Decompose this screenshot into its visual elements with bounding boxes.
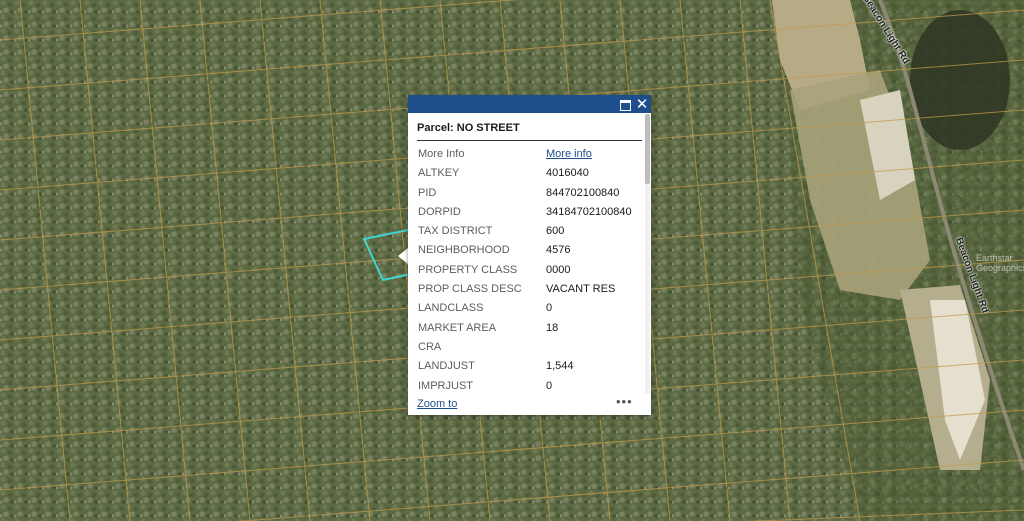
parcel-popup: ✕ Parcel: NO STREET More Info More info AL… bbox=[408, 95, 651, 415]
attribute-value: 4016040 bbox=[546, 167, 589, 180]
attribute-key: CRA bbox=[418, 340, 442, 353]
attribute-key: PROPERTY CLASS bbox=[418, 263, 518, 276]
close-icon[interactable]: ✕ bbox=[634, 96, 650, 112]
attribute-row: PID 844702100840 bbox=[408, 184, 644, 203]
attribute-key: NEIGHBORHOOD bbox=[418, 244, 510, 257]
attribute-row: CRA bbox=[408, 338, 644, 357]
scrollbar-thumb[interactable] bbox=[645, 114, 650, 184]
attribute-table[interactable]: More Info More info ALTKEY 4016040 PID 844702… bbox=[408, 145, 644, 393]
attribute-value: 600 bbox=[546, 225, 565, 238]
more-info-link[interactable]: More info bbox=[546, 145, 592, 164]
popup-title: Parcel: NO STREET bbox=[417, 122, 520, 134]
attribute-key: ALTKEY bbox=[418, 167, 460, 180]
attribute-row: TAX DISTRICT 600 bbox=[408, 222, 644, 241]
attribute-row: More Info More info bbox=[408, 145, 644, 164]
attribute-key: DORPID bbox=[418, 205, 461, 218]
attribute-value: 0000 bbox=[546, 263, 571, 276]
attribute-value: 18 bbox=[546, 321, 559, 334]
attribute-key: More Info bbox=[418, 148, 465, 160]
attribute-value: 844702100840 bbox=[546, 186, 620, 199]
popup-pointer bbox=[398, 248, 408, 264]
attribute-row: PROP CLASS DESC VACANT RES bbox=[408, 280, 644, 299]
more-options-icon[interactable]: ••• bbox=[616, 394, 633, 409]
zoom-to-link[interactable]: Zoom to bbox=[417, 398, 457, 410]
attribute-key: LANDCLASS bbox=[418, 302, 484, 315]
attribute-key: MARKET AREA bbox=[418, 321, 497, 334]
popup-scrollbar[interactable] bbox=[645, 114, 650, 394]
attribute-key: LANDJUST bbox=[418, 360, 475, 373]
attribute-key: PID bbox=[418, 186, 437, 199]
maximize-icon[interactable] bbox=[617, 96, 633, 112]
attribute-value: VACANT RES bbox=[546, 283, 616, 296]
attribute-value: 0 bbox=[546, 379, 553, 392]
attribute-row: IMPRJUST 0 bbox=[408, 377, 644, 393]
attribute-value: 1,544 bbox=[546, 360, 574, 373]
attribute-key: IMPRJUST bbox=[418, 379, 473, 392]
map-credit: Earthstar Geographics bbox=[976, 253, 1024, 273]
attribute-value: 0 bbox=[546, 302, 553, 315]
attribute-row: LANDCLASS 0 bbox=[408, 299, 644, 318]
popup-header: ✕ bbox=[408, 95, 651, 113]
attribute-key: PROP CLASS DESC bbox=[418, 283, 522, 296]
attribute-row: LANDJUST 1,544 bbox=[408, 357, 644, 376]
attribute-key: TAX DISTRICT bbox=[418, 225, 493, 238]
title-divider bbox=[417, 140, 642, 141]
attribute-row: DORPID 34184702100840 bbox=[408, 203, 644, 222]
attribute-value: 4576 bbox=[546, 244, 571, 257]
attribute-row: MARKET AREA 18 bbox=[408, 319, 644, 338]
attribute-value: 34184702100840 bbox=[546, 205, 632, 218]
attribute-row: NEIGHBORHOOD 4576 bbox=[408, 241, 644, 260]
popup-footer: Zoom to ••• bbox=[408, 394, 651, 415]
attribute-row: PROPERTY CLASS 0000 bbox=[408, 261, 644, 280]
attribute-row: ALTKEY 4016040 bbox=[408, 164, 644, 183]
